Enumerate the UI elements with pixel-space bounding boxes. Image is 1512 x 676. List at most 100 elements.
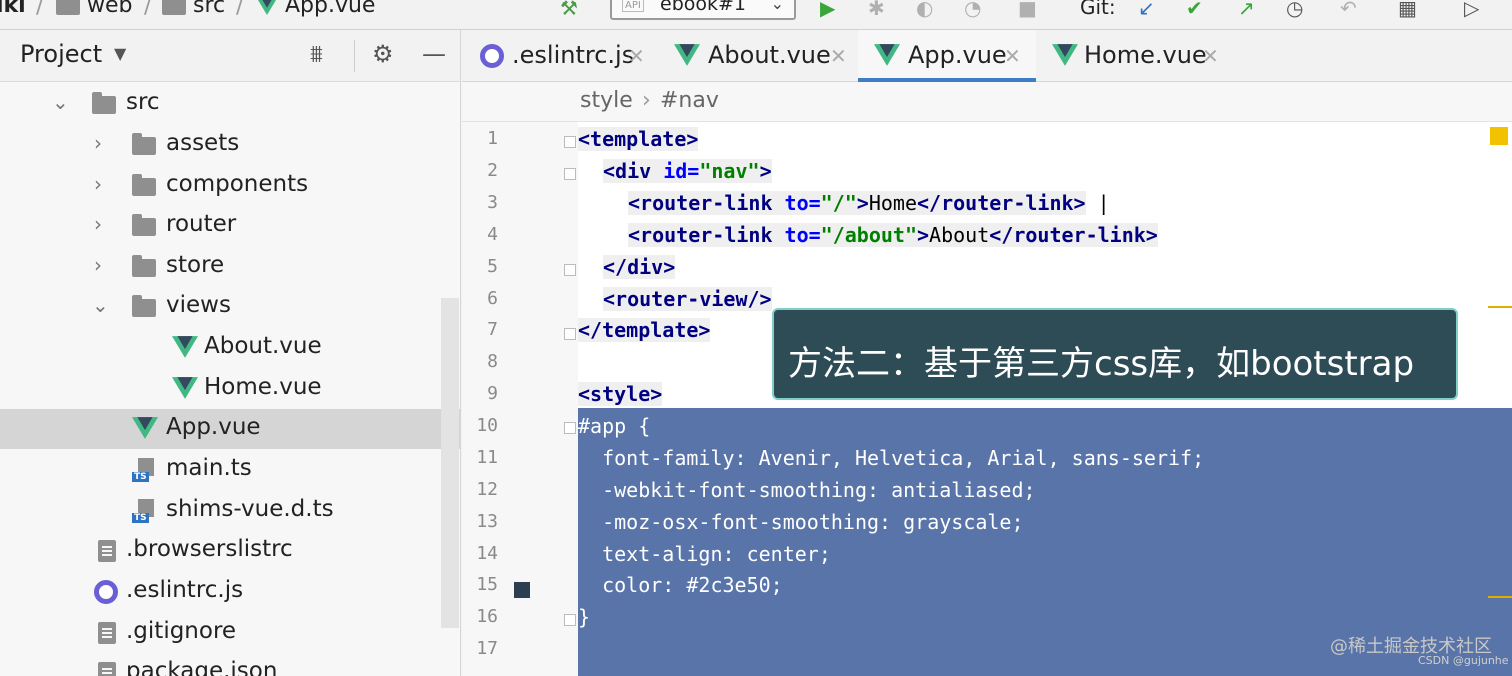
breadcrumb-style[interactable]: style [580,88,633,113]
project-panel: Project ▼ ⩩ ⚙ — ⌄ src › assets › compone… [0,30,461,676]
project-panel-header: Project ▼ ⩩ ⚙ — [0,30,460,82]
tree-item-main-ts[interactable]: TS main.ts [0,450,460,490]
code-line-10: #app { [578,414,651,438]
line-number: 15 [476,574,498,595]
debug-icon[interactable]: ✱ [868,0,885,18]
divider [354,40,355,72]
chevron-right-icon[interactable]: › [94,253,102,277]
tab-label: .eslintrc.js [512,41,635,69]
chevron-down-icon[interactable]: ▼ [114,44,126,63]
vue-icon [1052,44,1078,70]
hide-panel-icon[interactable]: — [422,40,446,68]
line-number: 2 [487,160,498,181]
close-icon[interactable]: ✕ [1202,44,1219,68]
run-config-name: ebook#1 [660,0,747,15]
git-rollback-icon[interactable]: ↶ [1340,0,1357,18]
git-history-icon[interactable]: ◷ [1286,0,1303,18]
tree-item-label: components [166,171,309,197]
line-number: 10 [476,415,498,436]
project-scrollbar[interactable] [441,298,459,628]
line-number: 6 [487,288,498,309]
code-line-12: -webkit-font-smoothing: antialiased; [578,478,1036,502]
gear-icon[interactable]: ⚙ [372,40,394,68]
presentation-icon[interactable]: ▷ [1464,0,1479,18]
tree-item-label: App.vue [166,414,261,440]
coverage-icon[interactable]: ◐ [916,0,933,18]
line-number: 13 [476,511,498,532]
breadcrumb-app-vue[interactable]: App.vue [256,0,375,18]
text-file-icon [98,540,116,562]
layout-icon[interactable]: ▦ [1398,0,1417,18]
fold-marker-icon[interactable] [564,614,576,626]
code-line-15: color: #2c3e50; [578,573,783,597]
profile-icon[interactable]: ◔ [964,0,981,18]
tree-item-src[interactable]: ⌄ src [0,84,460,124]
collapse-all-icon[interactable]: ⩩ [310,40,323,68]
tree-item-browserslistrc[interactable]: .browserslistrc [0,531,460,571]
tree-item-home-vue[interactable]: Home.vue [0,369,460,409]
breadcrumb-nav[interactable]: #nav [660,88,719,113]
tree-item-views[interactable]: ⌄ views [0,287,460,327]
run-icon[interactable]: ▶ [820,0,835,18]
tree-item-label: .eslintrc.js [126,577,244,603]
tree-item-label: shims-vue.d.ts [166,496,334,522]
code-line-9: <style> [578,382,663,406]
tab-eslintrc-js[interactable]: .eslintrc.js ✕ [462,30,652,82]
chevron-right-icon[interactable]: › [94,172,102,196]
git-push-icon[interactable]: ↗ [1238,0,1255,18]
tree-item-store[interactable]: › store [0,247,460,287]
chevron-down-icon[interactable]: ⌄ [92,293,109,317]
tree-item-components[interactable]: › components [0,166,460,206]
close-icon[interactable]: ✕ [628,44,645,68]
tree-item-label: About.vue [204,333,322,359]
tab-app-vue[interactable]: App.vue ✕ [858,30,1036,82]
fold-marker-icon[interactable] [564,136,576,148]
build-hammer-icon[interactable]: ⚒ [560,0,578,18]
scroll-marker[interactable] [1488,596,1512,598]
color-swatch-icon[interactable] [514,582,530,598]
line-number: 14 [476,543,498,564]
chevron-down-icon[interactable]: ⌄ [52,90,69,114]
typescript-file-icon: TS [132,499,158,523]
scroll-marker[interactable] [1488,306,1512,308]
fold-marker-icon[interactable] [564,168,576,180]
breadcrumb-separator: / [36,0,44,19]
code-line-5: </div> [603,255,676,279]
tree-item-label: package.json [126,658,278,676]
tab-label: About.vue [708,41,831,69]
tree-item-router[interactable]: › router [0,206,460,246]
tree-item-shims-vue-d-ts[interactable]: TS shims-vue.d.ts [0,491,460,531]
chevron-down-icon: ⌄ [770,0,784,13]
close-icon[interactable]: ✕ [830,44,847,68]
tree-item-label: store [166,252,225,278]
tree-item-label: assets [166,130,240,156]
breadcrumb-web[interactable]: web [56,0,133,18]
inspection-status-icon[interactable] [1490,127,1508,145]
breadcrumb-src[interactable]: src [162,0,225,18]
line-number-gutter[interactable]: 1 2 3 4 5 6 7 8 9 10 11 12 13 14 15 16 1… [462,122,578,676]
tree-item-app-vue[interactable]: App.vue [0,409,460,449]
fold-marker-icon[interactable] [564,328,576,340]
chevron-right-icon[interactable]: › [94,212,102,236]
project-panel-title[interactable]: Project [20,40,102,68]
run-configuration-select[interactable]: API ebook#1 ⌄ [610,0,796,20]
folder-icon [92,91,116,114]
tree-item-about-vue[interactable]: About.vue [0,328,460,368]
git-update-icon[interactable]: ↙ [1138,0,1155,18]
folder-icon [132,254,156,277]
tree-item-package-json[interactable]: package.json [0,653,460,676]
tab-home-vue[interactable]: Home.vue ✕ [1036,30,1232,82]
tree-item-assets[interactable]: › assets [0,125,460,165]
fold-marker-icon[interactable] [564,422,576,434]
stop-icon[interactable]: ■ [1018,0,1037,18]
fold-marker-icon[interactable] [564,264,576,276]
chevron-right-icon[interactable]: › [94,131,102,155]
git-commit-icon[interactable]: ✔ [1186,0,1203,18]
close-icon[interactable]: ✕ [1004,44,1021,68]
tree-item-eslintrc-js[interactable]: .eslintrc.js [0,572,460,612]
tab-about-vue[interactable]: About.vue ✕ [658,30,854,82]
tab-label: App.vue [908,41,1007,69]
breadcrumb-project[interactable]: iki [0,0,26,18]
tree-item-gitignore[interactable]: .gitignore [0,613,460,653]
line-number: 17 [476,638,498,659]
